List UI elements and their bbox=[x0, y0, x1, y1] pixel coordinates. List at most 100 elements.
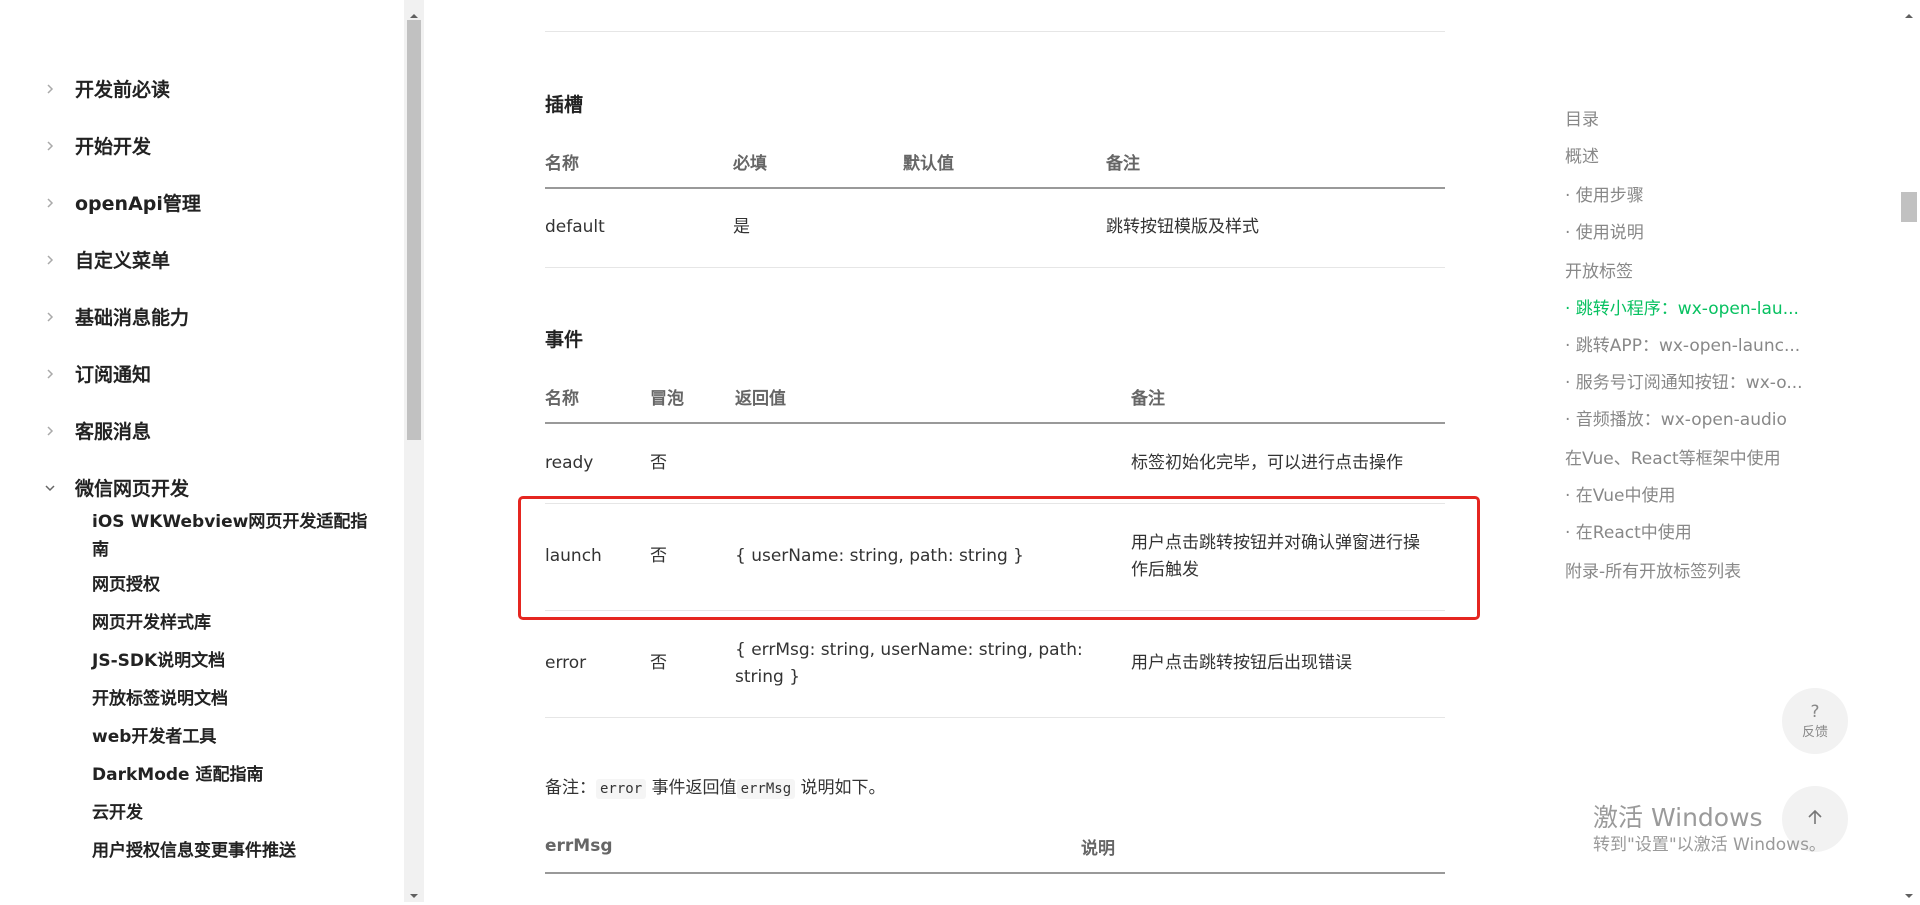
chevron-right-icon bbox=[44, 197, 56, 209]
chevron-right-icon bbox=[44, 311, 56, 323]
feedback-label: 反馈 bbox=[1801, 724, 1828, 740]
arrow-up-icon bbox=[1805, 807, 1825, 831]
sidebar-subitem-style-lib[interactable]: 网页开发样式库 bbox=[92, 610, 372, 637]
table-cell: { errMsg: string, userName: string, path… bbox=[735, 610, 1131, 718]
toc-item[interactable]: · 使用步骤 bbox=[1565, 181, 1825, 218]
sidebar-item-label: openApi管理 bbox=[75, 193, 201, 215]
sidebar-item-label: 客服消息 bbox=[75, 421, 152, 443]
sidebar-item-subscription-notice[interactable]: 订阅通知 bbox=[0, 345, 404, 402]
toc-item[interactable]: · 音频播放：wx-open-audio bbox=[1565, 405, 1825, 444]
sidebar-scroll-thumb[interactable] bbox=[407, 20, 421, 440]
toc-item-active[interactable]: · 跳转小程序：wx-open-lau... bbox=[1565, 294, 1825, 331]
sidebar-item-custom-menu[interactable]: 自定义菜单 bbox=[0, 231, 404, 288]
scroll-up-arrow-icon[interactable] bbox=[1904, 6, 1914, 18]
toc-item[interactable]: · 在React中使用 bbox=[1565, 518, 1825, 557]
table-cell: 标签初始化完毕，可以进行点击操作 bbox=[1131, 423, 1445, 504]
sidebar-scrollbar[interactable] bbox=[404, 0, 424, 902]
main-scroll-thumb[interactable] bbox=[1901, 192, 1917, 222]
sidebar-item-label: 基础消息能力 bbox=[75, 307, 190, 329]
sidebar-item-dev-must-read[interactable]: 开发前必读 bbox=[0, 60, 404, 117]
sidebar-subitem-cloud-dev[interactable]: 云开发 bbox=[92, 800, 372, 827]
chevron-right-icon bbox=[44, 83, 56, 95]
toc-item[interactable]: 开放标签 bbox=[1565, 257, 1825, 294]
sidebar: 开发前必读 开始开发 openApi管理 自定义菜单 基础消息能力 订阅通知 客… bbox=[0, 0, 404, 902]
chevron-down-icon bbox=[44, 482, 56, 494]
column-header: 冒泡 bbox=[650, 370, 735, 424]
toc-item[interactable]: 目录 bbox=[1565, 105, 1825, 142]
toc-item[interactable]: · 跳转APP：wx-open-launc... bbox=[1565, 331, 1825, 368]
table-cell: 用户点击跳转按钮后出现错误 bbox=[1131, 610, 1445, 718]
toc-item[interactable]: 在Vue、React等框架中使用 bbox=[1565, 444, 1825, 481]
table-cell: default bbox=[545, 188, 733, 268]
sidebar-subitem-auth-change[interactable]: 用户授权信息变更事件推送 bbox=[92, 838, 372, 865]
column-header: 名称 bbox=[545, 370, 650, 424]
highlight-annotation-box bbox=[518, 496, 1480, 620]
sidebar-sublist: iOS WKWebview网页开发适配指南 网页授权 网页开发样式库 JS-SD… bbox=[92, 508, 372, 876]
toc-item[interactable]: 附录-所有开放标签列表 bbox=[1565, 557, 1825, 594]
table-row: error 否 { errMsg: string, userName: stri… bbox=[545, 610, 1445, 718]
column-header: 默认值 bbox=[903, 135, 1106, 189]
sidebar-subitem-jssdk[interactable]: JS-SDK说明文档 bbox=[92, 648, 372, 675]
sidebar-subitem-darkmode[interactable]: DarkMode 适配指南 bbox=[92, 762, 372, 789]
column-header: 名称 bbox=[545, 135, 733, 189]
windows-watermark-subtitle: 转到"设置"以激活 Windows。 bbox=[1593, 835, 1826, 855]
feedback-button[interactable]: ? 反馈 bbox=[1782, 688, 1848, 754]
table-of-contents: 目录 概述 · 使用步骤 · 使用说明 开放标签 · 跳转小程序：wx-open… bbox=[1565, 105, 1825, 594]
question-icon: ? bbox=[1810, 701, 1820, 722]
column-header: 必填 bbox=[733, 135, 903, 189]
table-row: ready 否 标签初始化完毕，可以进行点击操作 bbox=[545, 423, 1445, 504]
sidebar-item-label: 自定义菜单 bbox=[75, 250, 171, 272]
table-cell: 否 bbox=[650, 423, 735, 504]
table-cell: 否 bbox=[650, 610, 735, 718]
table-cell: 是 bbox=[733, 188, 903, 268]
note-text: 说明如下。 bbox=[800, 778, 886, 798]
section-title-slots: 插槽 bbox=[545, 94, 584, 116]
toc-item[interactable]: · 使用说明 bbox=[1565, 218, 1825, 257]
sidebar-item-basic-messaging[interactable]: 基础消息能力 bbox=[0, 288, 404, 345]
note-prefix: 备注： bbox=[545, 778, 596, 798]
section-title-events: 事件 bbox=[545, 329, 584, 351]
table-cell: ready bbox=[545, 423, 650, 504]
column-header: 说明 bbox=[1081, 820, 1445, 874]
sidebar-subitem-web-auth[interactable]: 网页授权 bbox=[92, 572, 372, 599]
scroll-down-arrow-icon[interactable] bbox=[1904, 886, 1914, 898]
sidebar-subitem-ios-wkwebview[interactable]: iOS WKWebview网页开发适配指南 bbox=[92, 508, 372, 564]
scroll-down-arrow-icon[interactable] bbox=[409, 886, 419, 898]
table-cell bbox=[735, 423, 1131, 504]
inline-code: errMsg bbox=[736, 779, 796, 799]
table-cell bbox=[903, 188, 1106, 268]
chevron-right-icon bbox=[44, 140, 56, 152]
table-cell: error bbox=[545, 610, 650, 718]
column-header: 备注 bbox=[1131, 370, 1445, 424]
windows-watermark-title: 激活 Windows bbox=[1593, 803, 1763, 832]
table-header-row: 名称 冒泡 返回值 备注 bbox=[545, 370, 1445, 424]
sidebar-item-getting-started[interactable]: 开始开发 bbox=[0, 117, 404, 174]
column-header: 备注 bbox=[1106, 135, 1445, 189]
sidebar-item-label: 开发前必读 bbox=[75, 79, 171, 101]
sidebar-item-customer-service[interactable]: 客服消息 bbox=[0, 402, 404, 459]
sidebar-subitem-open-tags[interactable]: 开放标签说明文档 bbox=[92, 686, 372, 713]
errmsg-table: errMsg 说明 bbox=[545, 820, 1445, 874]
chevron-right-icon bbox=[44, 368, 56, 380]
divider bbox=[545, 31, 1445, 32]
sidebar-item-openapi[interactable]: openApi管理 bbox=[0, 174, 404, 231]
scroll-up-arrow-icon[interactable] bbox=[409, 6, 419, 18]
table-cell: 跳转按钮模版及样式 bbox=[1106, 188, 1445, 268]
table-header-row: 名称 必填 默认值 备注 bbox=[545, 135, 1445, 189]
note-text: 事件返回值 bbox=[651, 778, 737, 798]
chevron-right-icon bbox=[44, 425, 56, 437]
sidebar-subitem-web-devtools[interactable]: web开发者工具 bbox=[92, 724, 372, 751]
column-header: errMsg bbox=[545, 820, 1081, 874]
column-header: 返回值 bbox=[735, 370, 1131, 424]
table-header-row: errMsg 说明 bbox=[545, 820, 1445, 874]
toc-item[interactable]: · 在Vue中使用 bbox=[1565, 481, 1825, 518]
toc-item[interactable]: · 服务号订阅通知按钮：wx-o... bbox=[1565, 368, 1825, 405]
sidebar-nav: 开发前必读 开始开发 openApi管理 自定义菜单 基础消息能力 订阅通知 客… bbox=[0, 60, 404, 516]
chevron-right-icon bbox=[44, 254, 56, 266]
toc-item[interactable]: 概述 bbox=[1565, 142, 1825, 181]
sidebar-item-label: 开始开发 bbox=[75, 136, 152, 158]
main-scrollbar[interactable] bbox=[1898, 0, 1920, 902]
sidebar-item-label: 微信网页开发 bbox=[75, 478, 190, 500]
slots-table: 名称 必填 默认值 备注 default 是 跳转按钮模版及样式 bbox=[545, 135, 1445, 268]
sidebar-item-label: 订阅通知 bbox=[75, 364, 152, 386]
